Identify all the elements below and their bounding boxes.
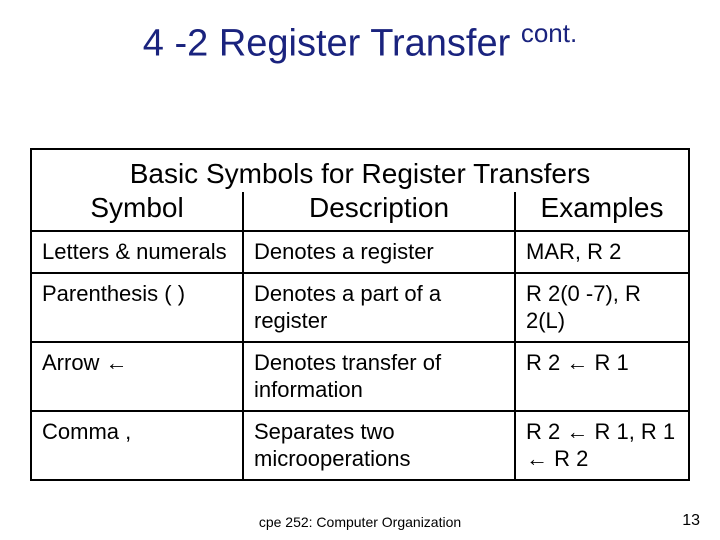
table-row: Arrow ← Denotes transfer of information … xyxy=(31,342,689,411)
table-caption-row: Basic Symbols for Register Transfers xyxy=(31,149,689,192)
symbols-table-wrap: Basic Symbols for Register Transfers Sym… xyxy=(30,148,690,481)
header-symbol: Symbol xyxy=(31,192,243,231)
cell-description: Denotes a register xyxy=(243,231,515,273)
table-row: Letters & numerals Denotes a register MA… xyxy=(31,231,689,273)
table-row: Comma , Separates two microoperations R … xyxy=(31,411,689,480)
cell-symbol: Comma , xyxy=(31,411,243,480)
table-caption: Basic Symbols for Register Transfers xyxy=(31,149,689,192)
footer-text: cpe 252: Computer Organization xyxy=(0,514,720,530)
cell-symbol: Parenthesis ( ) xyxy=(31,273,243,342)
header-description: Description xyxy=(243,192,515,231)
cell-examples: R 2(0 -7), R 2(L) xyxy=(515,273,689,342)
page-number: 13 xyxy=(682,512,700,530)
cell-description: Denotes a part of a register xyxy=(243,273,515,342)
title-main: 4 -2 Register Transfer xyxy=(143,23,521,65)
cell-examples: R 2 ← R 1, R 1 ← R 2 xyxy=(515,411,689,480)
symbols-table: Basic Symbols for Register Transfers Sym… xyxy=(30,148,690,481)
cell-description: Denotes transfer of information xyxy=(243,342,515,411)
cell-symbol: Letters & numerals xyxy=(31,231,243,273)
cell-description: Separates two microoperations xyxy=(243,411,515,480)
cell-examples: MAR, R 2 xyxy=(515,231,689,273)
table-header-row: Symbol Description Examples xyxy=(31,192,689,231)
table-row: Parenthesis ( ) Denotes a part of a regi… xyxy=(31,273,689,342)
cell-symbol: Arrow ← xyxy=(31,342,243,411)
slide-title: 4 -2 Register Transfer cont. xyxy=(0,18,720,66)
header-examples: Examples xyxy=(515,192,689,231)
title-cont: cont. xyxy=(521,18,577,48)
cell-examples: R 2 ← R 1 xyxy=(515,342,689,411)
